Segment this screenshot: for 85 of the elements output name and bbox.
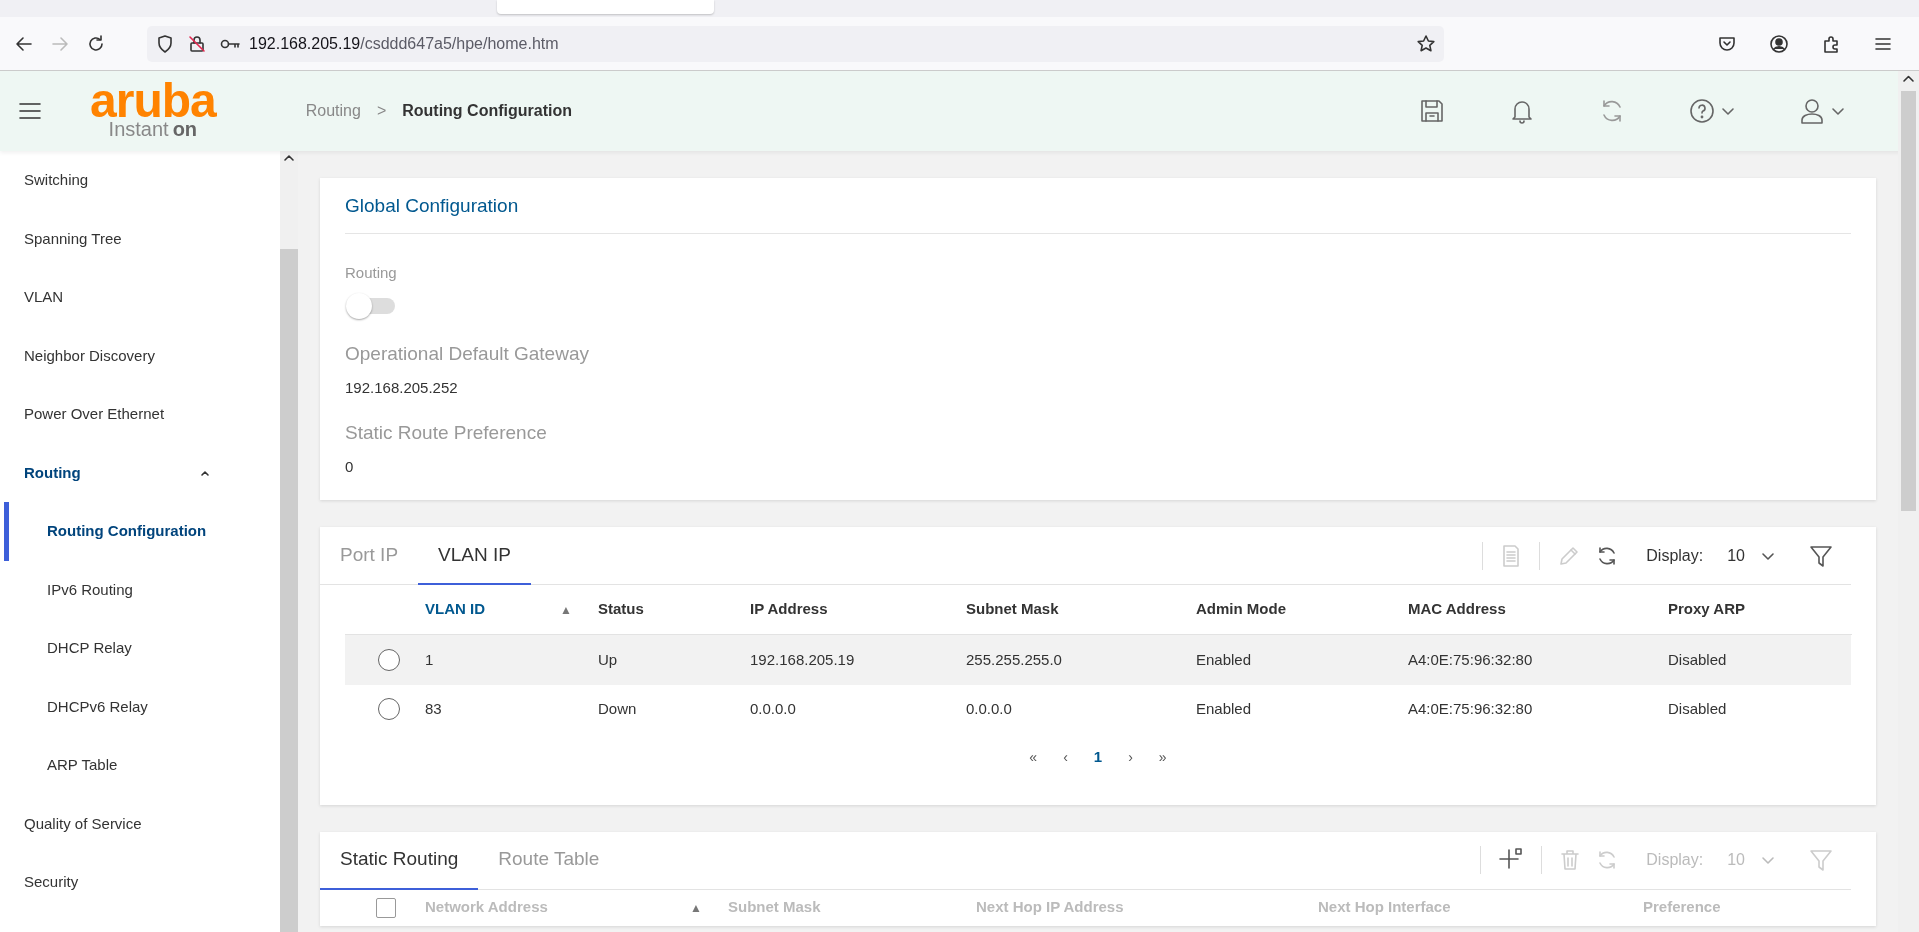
table-cell-text: A4:0E:75:96:32:80 (1408, 649, 1533, 670)
table-cell-text: 192.168.205.19 (750, 649, 855, 670)
logo-badge-text: on (172, 119, 198, 139)
star-icon (1416, 33, 1436, 54)
table-cell-text: 83 (425, 699, 442, 719)
user-icon (1799, 97, 1825, 125)
field-label: Static Route Preference (345, 421, 548, 445)
radio-button[interactable] (378, 698, 400, 721)
puzzle-icon (1821, 33, 1841, 54)
shield-icon (155, 33, 175, 54)
scrollbar[interactable] (1898, 71, 1919, 932)
logo-product-text: Instant (108, 119, 169, 139)
column-header[interactable]: Proxy ARP (1668, 598, 1745, 621)
table-cell-text: Disabled (1668, 699, 1727, 719)
sort-indicator[interactable]: ▲ (560, 600, 572, 619)
submenu-item[interactable]: ARP Table (0, 736, 280, 795)
sidebar-item[interactable]: Switching (0, 151, 280, 210)
chevron-down-icon (1831, 106, 1845, 116)
table-cell-text: Disabled (1668, 649, 1727, 670)
pencil-icon (1558, 544, 1581, 567)
field-label: Operational Default Gateway (345, 342, 590, 366)
breadcrumb-separator: > (376, 101, 387, 121)
field-value: 0 (345, 456, 355, 477)
table-cell-text: 255.255.255.0 (966, 649, 1062, 670)
tab[interactable]: Static Routing (320, 831, 479, 890)
sidebar-item[interactable]: Security (0, 853, 280, 912)
column-header[interactable]: Admin Mode (1196, 598, 1286, 621)
chevron-down-icon (1721, 106, 1735, 116)
table-cell-text: Enabled (1196, 649, 1252, 670)
chevron-down-icon (1761, 855, 1775, 865)
lock-slashed-icon (187, 33, 207, 54)
sidebar-item[interactable]: Routing (0, 443, 280, 502)
table-cell-text: 0.0.0.0 (966, 699, 1012, 719)
submenu-item[interactable]: DHCP Relay (0, 619, 280, 678)
chevron-up-icon (200, 468, 210, 477)
account-icon (1769, 33, 1789, 54)
table-cell-text: Down (598, 699, 637, 719)
sidebar-item[interactable]: VLAN (0, 268, 280, 327)
filter-icon (1809, 848, 1833, 872)
sidebar-item[interactable]: Power Over Ethernet (0, 385, 280, 444)
sort-indicator[interactable]: ▲ (690, 898, 702, 917)
radio-button[interactable] (378, 648, 400, 671)
selection-indicator (4, 502, 9, 561)
sidebar-item[interactable]: Quality of Service (0, 794, 280, 853)
table-row[interactable]: 1 Up 192.168.205.19 255.255.255.0 Enabled A4:0E:75:96:32:80 Disabled (345, 635, 1851, 685)
page-link[interactable]: » (1152, 746, 1173, 769)
tab[interactable]: VLAN IP (418, 527, 531, 585)
trash-icon (1560, 849, 1581, 871)
toggle-switch[interactable] (345, 292, 397, 320)
table-cell-text: 0.0.0.0 (750, 699, 796, 719)
logo-wordmark: aruba (90, 83, 216, 119)
table-cell-text: A4:0E:75:96:32:80 (1408, 699, 1533, 719)
page-link[interactable]: 1 (1087, 746, 1109, 769)
field-label: Routing (345, 262, 398, 283)
display-dropdown[interactable]: Display: 10 (1638, 539, 1783, 572)
sidebar-item[interactable]: Spanning Tree (0, 209, 280, 268)
submenu-item[interactable]: IPv6 Routing (0, 560, 280, 619)
page-link[interactable]: › (1122, 746, 1139, 769)
question-circle-icon (1689, 98, 1715, 124)
table-row[interactable]: 83 Down 0.0.0.0 0.0.0.0 Enabled A4:0E:75:96:32:80 Disabled (345, 684, 1851, 734)
column-header[interactable]: Subnet Mask (966, 598, 1059, 621)
field-value: 192.168.205.252 (345, 377, 459, 398)
submenu-item[interactable]: Routing Configuration (0, 502, 280, 561)
scrollbar[interactable] (280, 151, 298, 932)
submenu-item[interactable]: DHCPv6 Relay (0, 677, 280, 736)
url-text: 192.168.205.19/csddd647a5/hpe/home.htm (249, 33, 559, 54)
table-cell-text: Enabled (1196, 699, 1252, 719)
column-header[interactable]: MAC Address (1408, 598, 1506, 621)
document-icon (1501, 543, 1522, 568)
table-cell-text: Up (598, 649, 618, 670)
breadcrumb-item: Routing Configuration (402, 101, 572, 121)
panel-title: Global Configuration (345, 178, 1851, 234)
sidebar-item[interactable]: Neighbor Discovery (0, 326, 280, 385)
chevron-down-icon (1761, 550, 1775, 561)
select-all-checkbox[interactable] (376, 897, 396, 918)
plus-icon (1499, 848, 1524, 872)
page-link[interactable]: ‹ (1057, 746, 1074, 769)
filter-icon (1809, 543, 1833, 568)
column-header[interactable]: IP Address (750, 598, 828, 621)
table-cell-text: 1 (425, 649, 434, 670)
column-header[interactable]: VLAN ID (425, 598, 485, 621)
column-header[interactable]: Status (598, 598, 644, 621)
address-bar[interactable]: 192.168.205.19/csddd647a5/hpe/home.htm (147, 25, 1444, 62)
reload-icon (86, 33, 106, 54)
page-link[interactable]: « (1023, 746, 1044, 769)
